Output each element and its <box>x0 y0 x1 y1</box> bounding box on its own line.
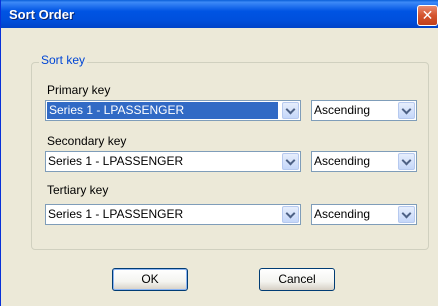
primary-key-order-select[interactable]: Ascending <box>311 100 417 121</box>
tertiary-key-field-select[interactable]: Series 1 - LPASSENGER <box>45 204 301 225</box>
secondary-key-field-select[interactable]: Series 1 - LPASSENGER <box>45 151 301 172</box>
primary-key-label: Primary key <box>47 83 111 97</box>
chevron-down-icon[interactable] <box>398 153 415 170</box>
chevron-down-icon[interactable] <box>398 102 415 119</box>
tertiary-key-field-value: Series 1 - LPASSENGER <box>48 207 184 221</box>
close-button[interactable]: ✕ <box>417 5 438 26</box>
chevron-down-icon[interactable] <box>282 206 299 223</box>
primary-key-field-value: Series 1 - LPASSENGER <box>47 102 278 119</box>
tertiary-key-order-value: Ascending <box>314 207 371 221</box>
ok-button[interactable]: OK <box>112 268 188 291</box>
close-icon: ✕ <box>421 7 434 23</box>
chevron-down-icon[interactable] <box>282 102 299 119</box>
primary-key-field-select[interactable]: Series 1 - LPASSENGER <box>45 100 301 121</box>
cancel-button[interactable]: Cancel <box>259 268 335 291</box>
dialog-title: Sort Order <box>9 7 75 22</box>
tertiary-key-label: Tertiary key <box>47 183 109 197</box>
chevron-down-icon[interactable] <box>398 206 415 223</box>
tertiary-key-order-select[interactable]: Ascending <box>311 204 417 225</box>
chevron-down-icon[interactable] <box>282 153 299 170</box>
title-bar[interactable]: Sort Order ✕ <box>1 0 438 28</box>
secondary-key-order-value: Ascending <box>314 154 371 168</box>
sort-key-legend: Sort key <box>39 53 88 67</box>
sort-order-dialog: Sort Order ✕ Sort key Primary key Series… <box>0 0 438 306</box>
secondary-key-order-select[interactable]: Ascending <box>311 151 417 172</box>
secondary-key-label: Secondary key <box>47 134 127 148</box>
primary-key-order-value: Ascending <box>314 103 371 117</box>
secondary-key-field-value: Series 1 - LPASSENGER <box>48 154 184 168</box>
